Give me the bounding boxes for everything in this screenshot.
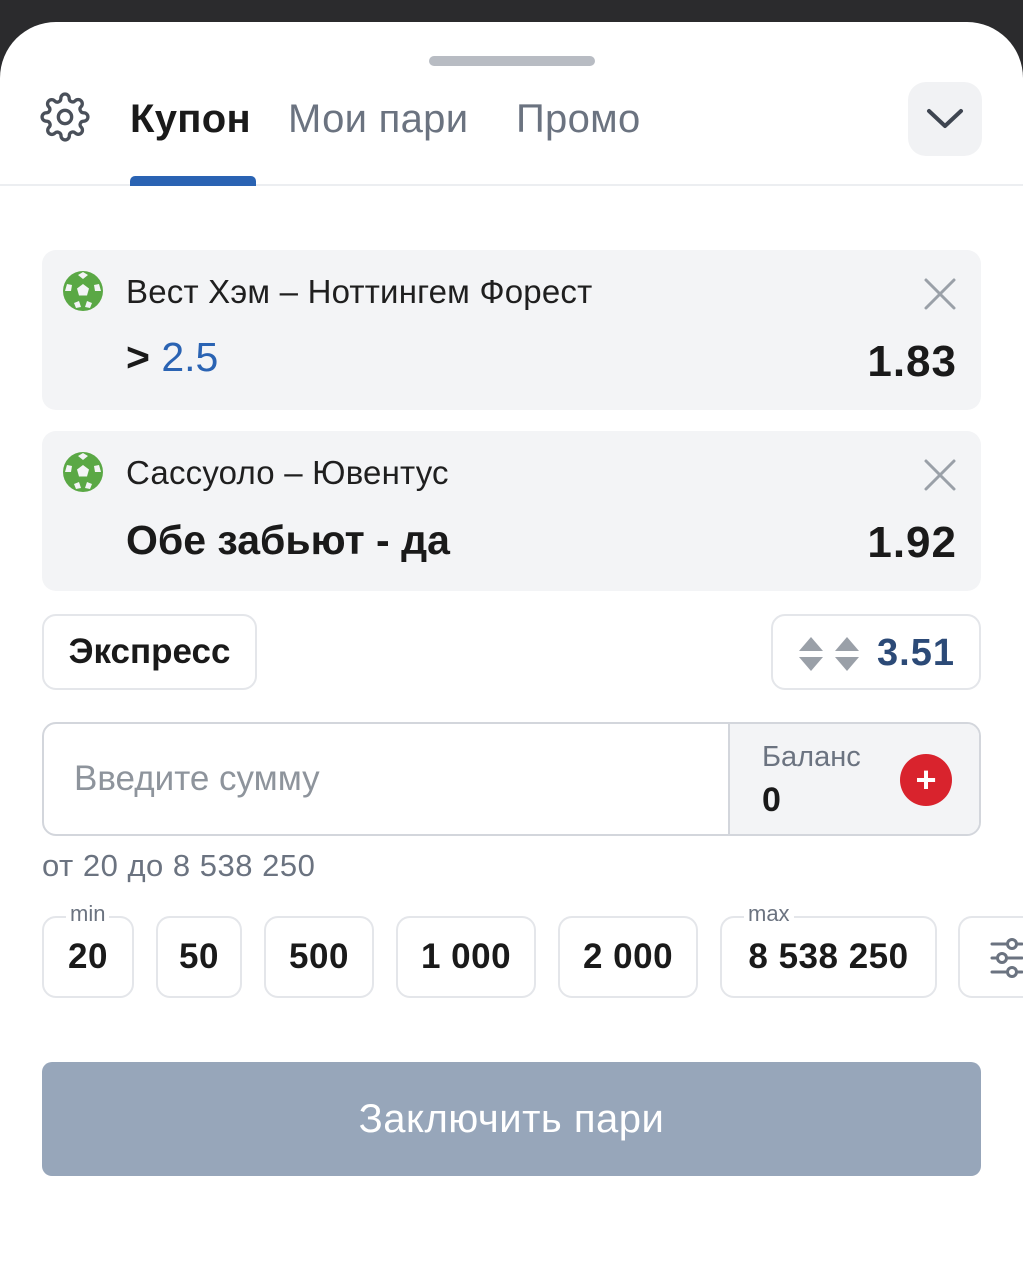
balance-box: Баланс 0 +	[728, 724, 979, 834]
total-odds-value: 3.51	[877, 632, 955, 674]
quick-stake-max[interactable]: max 8 538 250	[720, 902, 937, 998]
outcome-value: 2.5	[161, 334, 219, 380]
match-title: Вест Хэм – Ноттингем Форест	[126, 273, 593, 310]
stake-presets-button[interactable]	[958, 916, 1023, 998]
stake-range: от 20 до 8 538 250	[42, 848, 316, 883]
bet-odds: 1.92	[867, 518, 957, 567]
bet-card: Вест Хэм – Ноттингем Форест > 2.5 1.83	[42, 250, 981, 410]
min-tag: min	[66, 902, 110, 926]
stake-field: Баланс 0 +	[42, 722, 981, 836]
chevron-down-icon	[927, 109, 963, 128]
close-icon[interactable]	[922, 457, 958, 493]
tab-coupon[interactable]: Купон	[130, 96, 251, 142]
drag-handle[interactable]	[429, 56, 595, 66]
quick-stake-min[interactable]: min 20	[42, 902, 134, 998]
balance-value: 0	[762, 781, 781, 819]
close-icon[interactable]	[922, 276, 958, 312]
bet-odds: 1.83	[867, 337, 957, 386]
collapse-button[interactable]	[908, 82, 982, 156]
match-title: Сассуоло – Ювентус	[126, 454, 449, 491]
odds-change-icon	[799, 637, 859, 671]
sliders-icon	[990, 938, 1023, 978]
soccer-ball-icon	[63, 452, 103, 492]
place-bet-button[interactable]: Заключить пари	[42, 1062, 981, 1176]
chip-value: 500	[289, 937, 349, 976]
tab-promo[interactable]: Промо	[516, 96, 641, 142]
chip-value: 50	[179, 937, 219, 976]
tab-my-bets[interactable]: Мои пари	[288, 96, 468, 142]
chip-value: 2 000	[582, 937, 674, 976]
bet-outcome: Обе забьют - да	[126, 517, 450, 563]
max-tag: max	[744, 902, 794, 926]
bet-type-selector[interactable]: Экспресс	[42, 614, 257, 690]
quick-stake-chip[interactable]: 1 000	[396, 916, 536, 998]
gear-icon[interactable]	[40, 92, 90, 142]
top-up-button[interactable]: +	[900, 754, 952, 806]
quick-stake-chip[interactable]: 50	[156, 916, 242, 998]
chip-value: 8 538 250	[748, 937, 909, 976]
total-odds-box[interactable]: 3.51	[771, 614, 981, 690]
bet-card: Сассуоло – Ювентус Обе забьют - да 1.92	[42, 431, 981, 591]
stake-input[interactable]	[44, 724, 728, 834]
quick-stake-chip[interactable]: 500	[264, 916, 374, 998]
soccer-ball-icon	[63, 271, 103, 311]
active-tab-indicator	[130, 176, 256, 186]
quick-stake-chip[interactable]: 2 000	[558, 916, 698, 998]
chip-value: 1 000	[420, 937, 512, 976]
chip-value: 20	[68, 937, 108, 976]
bet-outcome: > 2.5	[126, 334, 219, 380]
balance-label: Баланс	[762, 741, 861, 773]
